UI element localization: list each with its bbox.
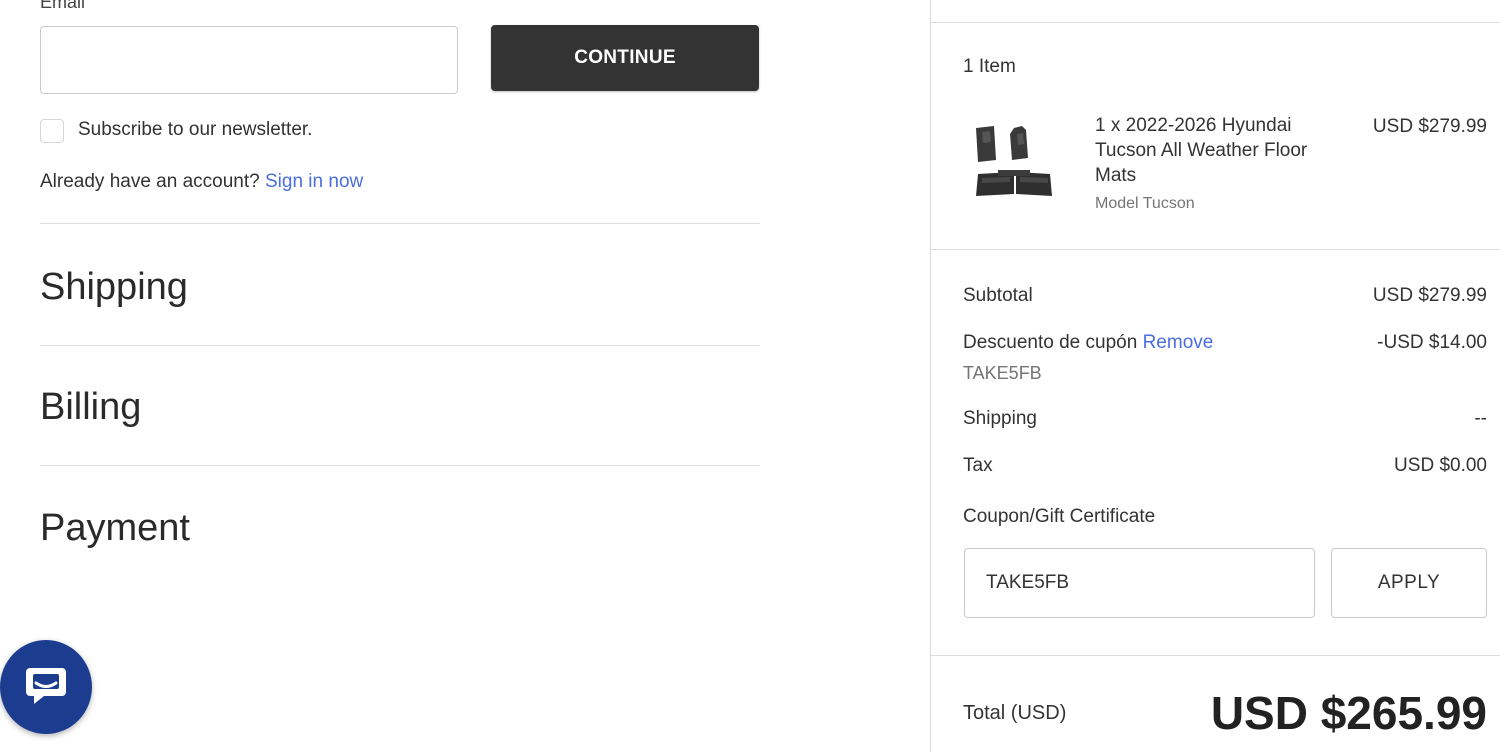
product-option: Model Tucson <box>1095 195 1195 212</box>
shipping-value: -- <box>1474 408 1487 429</box>
divider <box>40 345 760 346</box>
discount-code: TAKE5FB <box>963 363 1042 383</box>
summary-border <box>930 0 931 752</box>
coupon-label: Coupon/Gift Certificate <box>963 506 1156 527</box>
subtotal-label: Subtotal <box>963 285 1033 306</box>
account-prompt-line: Already have an account? Sign in now <box>40 171 363 193</box>
product-name-line: 1 x 2022-2026 Hyundai <box>1095 115 1292 136</box>
divider <box>40 223 760 224</box>
section-title-payment[interactable]: Payment <box>40 507 190 550</box>
apply-coupon-button[interactable]: APPLY <box>1331 548 1487 618</box>
divider <box>931 22 1500 23</box>
discount-label: Descuento de cupón <box>963 332 1138 353</box>
chat-icon <box>24 664 68 711</box>
discount-value: -USD $14.00 <box>1377 332 1487 353</box>
floor-mats-icon <box>968 120 1060 204</box>
tax-value: USD $0.00 <box>1394 455 1487 476</box>
email-input[interactable] <box>40 26 458 94</box>
subtotal-value: USD $279.99 <box>1372 285 1487 306</box>
total-value: USD $265.99 <box>1210 687 1487 739</box>
discount-line: Descuento de cupón Remove <box>963 332 1213 354</box>
divider <box>931 655 1500 656</box>
tax-label: Tax <box>963 455 993 476</box>
divider <box>931 249 1500 250</box>
sign-in-link[interactable]: Sign in now <box>265 171 363 192</box>
newsletter-checkbox[interactable] <box>40 119 64 143</box>
divider <box>40 465 760 466</box>
product-name: 1 x 2022-2026 Hyundai Tucson All Weather… <box>1095 113 1307 188</box>
remove-coupon-link[interactable]: Remove <box>1143 332 1214 353</box>
item-count: 1 Item <box>963 56 1016 77</box>
account-prompt-text: Already have an account? <box>40 171 260 192</box>
chat-launcher-button[interactable] <box>0 640 92 734</box>
email-label: Email <box>40 0 86 12</box>
newsletter-label: Subscribe to our newsletter. <box>78 119 313 140</box>
total-label: Total (USD) <box>963 702 1067 724</box>
continue-button[interactable]: CONTINUE <box>491 25 759 91</box>
product-price: USD $279.99 <box>1372 116 1487 137</box>
shipping-label: Shipping <box>963 408 1037 429</box>
product-name-line: Tucson All Weather Floor <box>1095 140 1308 161</box>
product-name-line: Mats <box>1095 165 1137 186</box>
section-title-shipping[interactable]: Shipping <box>40 266 188 309</box>
section-title-billing[interactable]: Billing <box>40 386 141 429</box>
coupon-input[interactable]: TAKE5FB <box>964 548 1315 618</box>
